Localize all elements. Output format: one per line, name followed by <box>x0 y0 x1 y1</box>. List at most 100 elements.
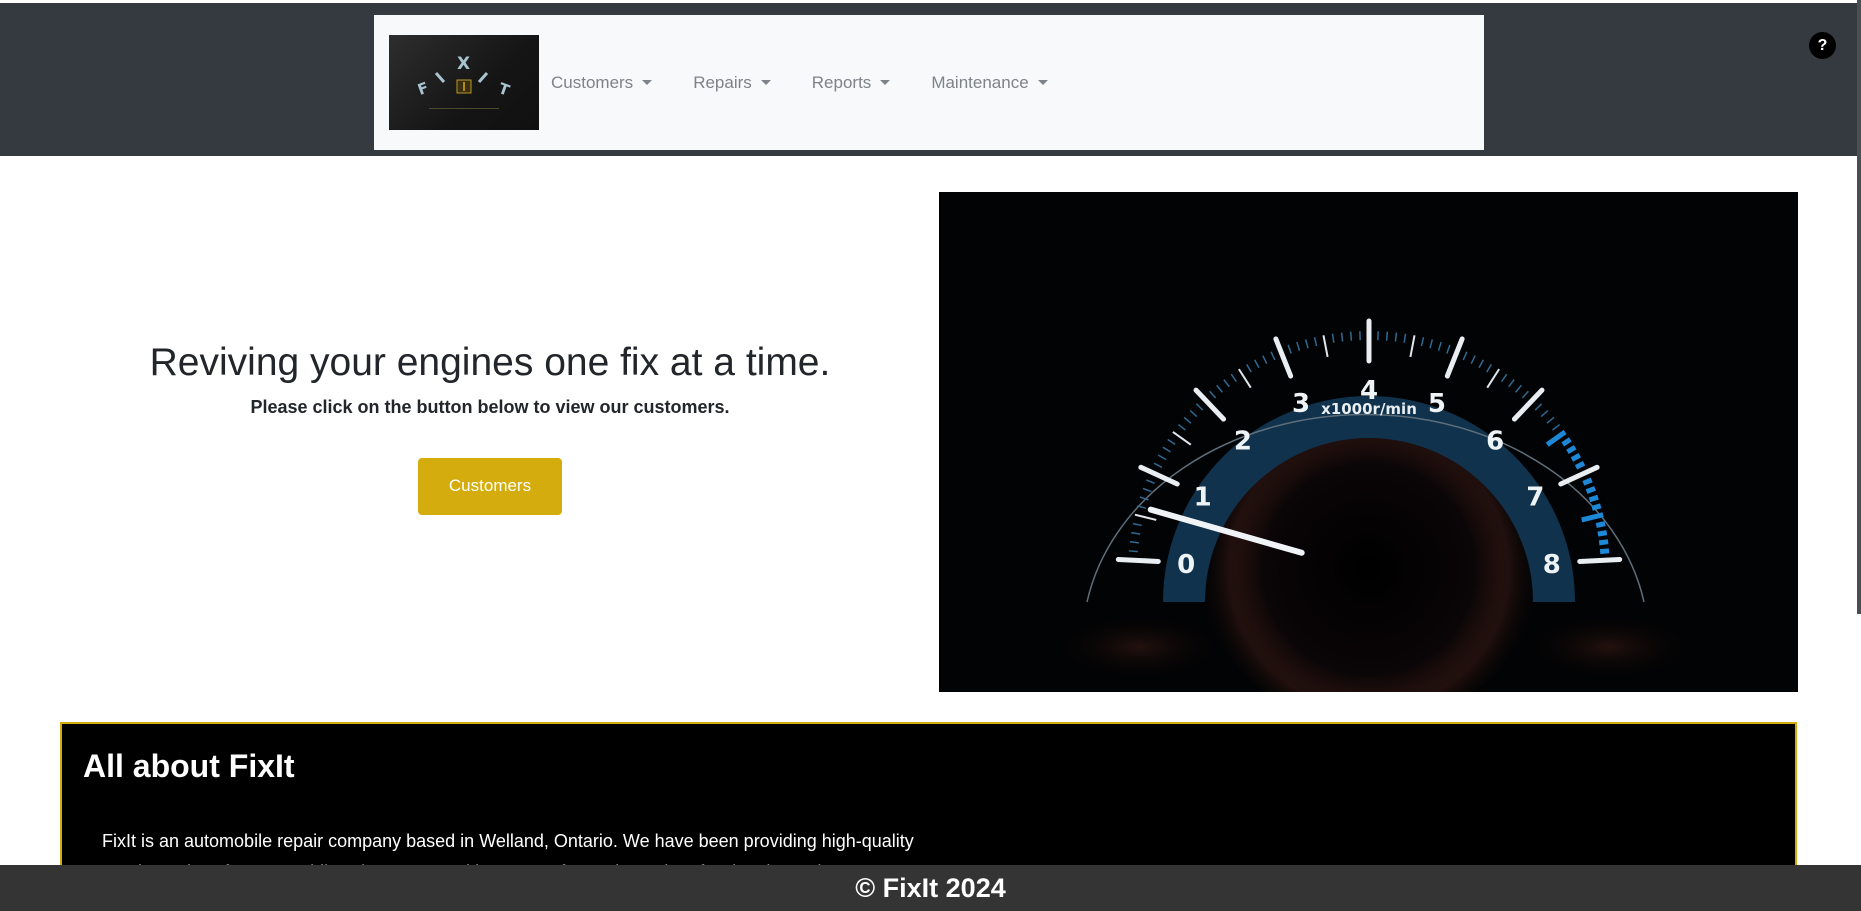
main-menu: Customers Repairs Reports Maintenance <box>551 15 1089 150</box>
gauge-minor-tick <box>1429 339 1434 349</box>
gauge-minor-tick <box>1508 379 1515 388</box>
gauge-minor-tick <box>1167 438 1176 446</box>
hero-title: Reviving your engines one fix at a time. <box>149 341 831 384</box>
gauge-minor-tick <box>1540 409 1549 418</box>
gauge-minor-tick <box>1591 503 1602 511</box>
gauge-major-tick <box>1577 556 1623 564</box>
gauge-minor-tick <box>1420 337 1425 347</box>
gauge-major-tick <box>1115 556 1161 564</box>
gauge-minor-tick <box>1486 363 1492 373</box>
gauge-minor-tick <box>1134 513 1157 521</box>
gauge-minor-tick <box>1304 339 1309 349</box>
reflection-right <box>1519 612 1699 682</box>
gauge-minor-tick <box>1598 539 1609 546</box>
gauge-minor-tick <box>1534 403 1543 411</box>
gauge-minor-tick <box>1595 521 1606 528</box>
gauge-minor-tick <box>1142 487 1152 493</box>
gauge-minor-tick <box>1246 363 1252 373</box>
chevron-down-icon <box>760 80 771 85</box>
gauge-minor-tick <box>1254 359 1260 369</box>
gauge-minor-tick <box>1262 355 1268 365</box>
logo-letter-f: F <box>415 78 431 98</box>
gauge-major-tick <box>1444 336 1465 379</box>
menu-reports-label: Reports <box>811 72 872 92</box>
gauge-minor-tick <box>1403 333 1407 343</box>
hero-subtitle: Please click on the button below to view… <box>250 396 730 417</box>
gauge-minor-tick <box>1162 446 1171 453</box>
gauge-minor-tick <box>1313 337 1318 347</box>
gauge-minor-tick <box>1500 373 1508 383</box>
gauge-number-6: 6 <box>1486 426 1504 456</box>
gauge-minor-tick <box>1515 384 1522 393</box>
menu-customers-label: Customers <box>551 72 634 92</box>
gauge-minor-tick <box>1599 548 1610 555</box>
gauge-minor-tick <box>1582 477 1593 486</box>
chevron-down-icon <box>880 80 891 85</box>
gauge-major-tick <box>1511 387 1545 422</box>
customers-button[interactable]: Customers <box>418 457 562 515</box>
gauge-minor-tick <box>1581 512 1604 523</box>
menu-repairs-label: Repairs <box>693 72 752 92</box>
gauge-minor-tick <box>1394 332 1398 342</box>
hero-section: Reviving your engines one fix at a time.… <box>60 340 920 515</box>
gauge-minor-tick <box>1216 384 1223 393</box>
logo-wrench-right <box>477 72 489 83</box>
gauge-number-2: 2 <box>1234 426 1252 456</box>
gauge-minor-tick <box>1230 373 1238 383</box>
gauge-minor-tick <box>1546 416 1555 424</box>
gauge-minor-tick <box>1153 462 1163 468</box>
footer: © FixIt 2024 <box>0 865 1861 911</box>
gauge-minor-tick <box>1585 486 1596 494</box>
gauge-minor-tick <box>1131 531 1141 535</box>
gauge-minor-tick <box>1385 331 1389 341</box>
logo-graphic: F X T <box>415 54 512 100</box>
chevron-down-icon <box>642 80 653 85</box>
gauge-minor-tick <box>1409 335 1416 358</box>
gauge-number-0: 0 <box>1177 550 1195 580</box>
tachometer-graphic: 0123 4 5678 x1000r/min <box>1049 318 1699 727</box>
gauge-number-1: 1 <box>1194 483 1212 513</box>
gauge-minor-tick <box>1331 333 1335 343</box>
gauge-minor-tick <box>1349 331 1353 341</box>
gauge-minor-tick <box>1189 409 1198 418</box>
gauge-minor-tick <box>1129 540 1139 544</box>
gauge-number-3: 3 <box>1292 389 1310 419</box>
reflection-left <box>1049 612 1229 682</box>
scrollbar[interactable] <box>1857 0 1861 614</box>
navbar: F X T Customers Repairs Reports Maintena… <box>374 15 1484 150</box>
logo-wrench-left <box>434 72 446 83</box>
gauge-minor-tick <box>1238 368 1252 389</box>
gauge-minor-tick <box>1570 452 1581 462</box>
gauge-minor-tick <box>1146 479 1155 485</box>
gauge-minor-tick <box>1521 390 1529 399</box>
gauge-minor-tick <box>1270 351 1276 361</box>
gauge-minor-tick <box>1183 416 1192 424</box>
help-icon[interactable]: ? <box>1809 32 1836 59</box>
gauge-minor-tick <box>1552 423 1561 431</box>
gauge-minor-tick <box>1597 530 1608 537</box>
gauge-minor-tick <box>1446 344 1451 354</box>
gauge-minor-tick <box>1172 431 1192 446</box>
tachometer-image: 012345678 x1000r/min <box>939 192 1798 727</box>
gauge-minor-tick <box>1574 461 1586 470</box>
gauge-number-5: 5 <box>1428 389 1446 419</box>
gauge-minor-tick <box>1340 332 1344 342</box>
gauge-number-7: 7 <box>1526 483 1544 513</box>
gauge-minor-tick <box>1287 344 1292 354</box>
about-title: All about FixIt <box>83 748 295 784</box>
footer-copyright: © FixIt 2024 <box>855 872 1006 903</box>
menu-customers[interactable]: Customers <box>551 72 653 93</box>
menu-repairs[interactable]: Repairs <box>693 73 771 93</box>
gauge-minor-tick <box>1462 351 1468 361</box>
gauge-minor-tick <box>1561 437 1572 447</box>
menu-maintenance[interactable]: Maintenance <box>931 73 1048 93</box>
gauge-unit-label: x1000r/min <box>1321 400 1417 418</box>
chevron-down-icon <box>1037 80 1048 85</box>
gauge-major-tick <box>1193 387 1227 422</box>
gauge-minor-tick <box>1486 368 1500 389</box>
menu-reports[interactable]: Reports <box>812 73 891 93</box>
fixit-logo[interactable]: F X T <box>389 35 539 130</box>
gauge-minor-tick <box>1195 403 1204 411</box>
gauge-minor-tick <box>1588 494 1599 503</box>
gauge-minor-tick <box>1209 390 1217 399</box>
